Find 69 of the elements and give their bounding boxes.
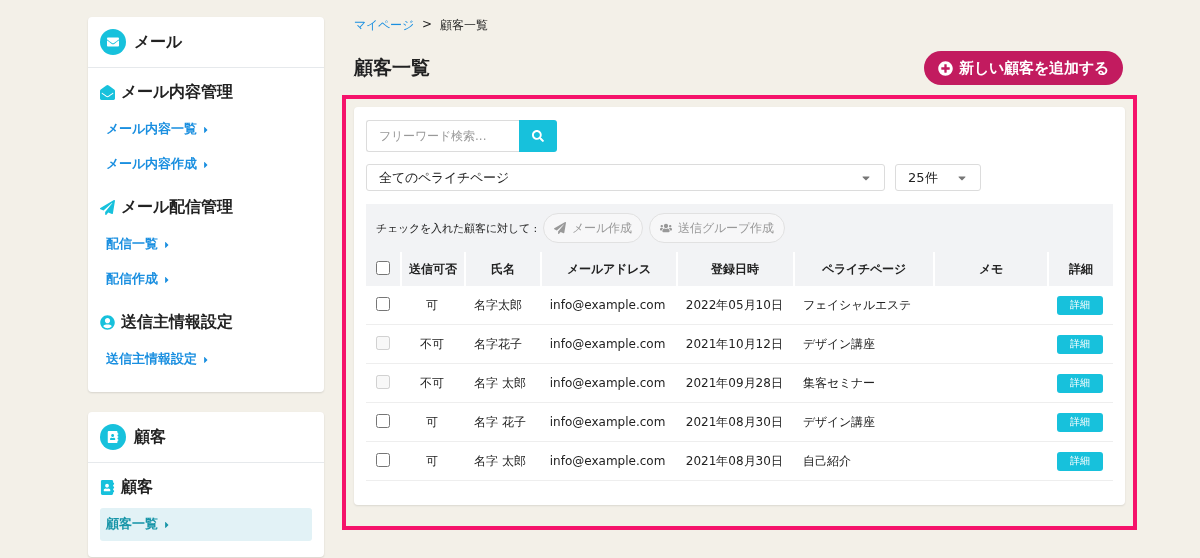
sidebar-section-title: 送信主情報設定 [121,312,233,333]
count-dropdown[interactable]: 25件 [895,164,981,191]
sidebar-section-title: メール配信管理 [121,197,233,218]
column-header: 送信可否 [400,252,464,286]
table-cell: デザイン講座 [792,325,933,364]
paper-plane-icon [100,200,115,215]
table-cell: 可 [400,442,464,481]
search-field[interactable]: フリーワード検索... [366,120,519,152]
sidebar-section-title: メール内容管理 [121,82,233,103]
table-cell: 名字太郎 [463,286,540,325]
table-cell: 集客セミナー [792,364,933,403]
table-cell: デザイン講座 [792,403,933,442]
table-cell: 2021年08月30日 [675,403,793,442]
sidebar-link[interactable]: 配信作成 [100,263,312,296]
paper-plane-icon [554,222,567,234]
sidebar-heading: メール [134,31,182,53]
sidebar-link[interactable]: メール内容一覧 [100,113,312,146]
page-dropdown[interactable]: 全てのペライチページ [366,164,885,191]
add-customer-button[interactable]: 新しい顧客を追加する [924,51,1123,85]
table-cell: 名字 太郎 [463,364,540,403]
column-header: メモ [932,252,1047,286]
column-header: 氏名 [463,252,540,286]
table-cell: 名字 太郎 [463,442,540,481]
table-cell: info@example.com [539,364,676,403]
table-cell: 2021年09月28日 [675,364,793,403]
table-cell: 2021年10月12日 [675,325,793,364]
table-cell: 可 [400,403,464,442]
envelope-icon [100,29,126,55]
detail-button[interactable]: 詳細 [1056,451,1103,471]
user-icon [100,315,115,330]
breadcrumb-link[interactable]: マイページ [354,17,414,41]
select-all-checkbox[interactable] [376,260,390,275]
column-header: 登録日時 [675,252,793,286]
sidebar-link[interactable]: 配信一覧 [100,228,312,261]
table-cell: info@example.com [539,442,676,481]
sidebar-heading: 顧客 [134,426,166,448]
breadcrumb-current: 顧客一覧 [440,17,489,34]
table-cell: 2022年05月10日 [675,286,793,325]
table-cell: info@example.com [539,403,676,442]
table-cell: 名字 花子 [463,403,540,442]
breadcrumb-separator: > [422,17,433,33]
row-checkbox[interactable] [376,296,390,311]
detail-button[interactable]: 詳細 [1056,295,1103,315]
detail-button[interactable]: 詳細 [1056,412,1103,432]
open-envelope-icon [100,85,115,100]
sidebar-link[interactable]: 顧客一覧 [100,508,312,541]
table-cell: 可 [400,286,464,325]
column-header: メールアドレス [539,252,676,286]
table-cell: 名字花子 [463,325,540,364]
table-cell: 自己紹介 [792,442,933,481]
row-checkbox[interactable] [376,452,390,467]
table-cell: 不可 [400,325,464,364]
sidebar-link[interactable]: 送信主情報設定 [100,343,312,376]
bulk-action-label: チェックを入れた顧客に対して : [376,220,538,236]
column-header: 詳細 [1046,252,1113,286]
row-checkbox[interactable] [376,413,390,428]
address-book-icon [100,424,126,450]
search-icon [532,130,544,142]
sidebar-section-title: 顧客 [121,477,153,498]
table-cell: 不可 [400,364,464,403]
table-cell: info@example.com [539,325,676,364]
table-cell: フェイシャルエステ [792,286,933,325]
column-header: ペライチページ [792,252,933,286]
table-cell: 2021年08月30日 [675,442,793,481]
users-icon [660,222,673,234]
address-book-icon [100,480,115,495]
page-title: 顧客一覧 [354,55,430,80]
sidebar-link[interactable]: メール内容作成 [100,148,312,181]
table-cell: info@example.com [539,286,676,325]
